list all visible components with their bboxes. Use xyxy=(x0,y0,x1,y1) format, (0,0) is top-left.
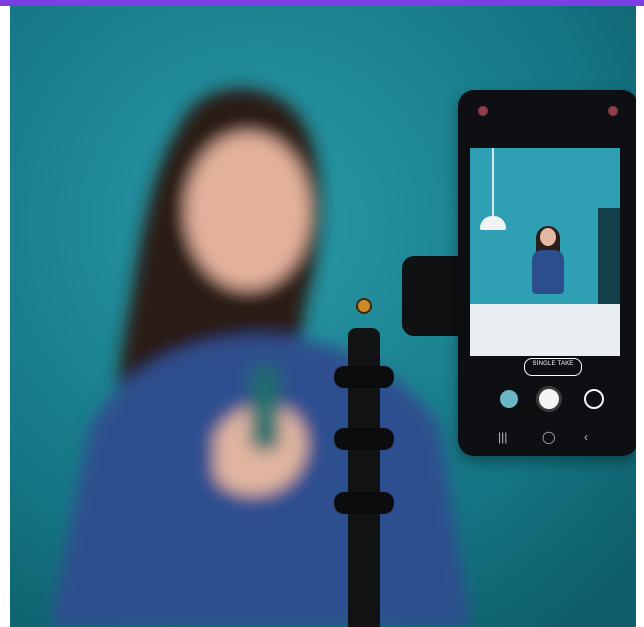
stick-ring xyxy=(334,366,394,388)
mount-bolt xyxy=(356,298,372,314)
shelf xyxy=(598,208,620,318)
preview-person xyxy=(530,226,566,300)
nav-home-icon: ◯ xyxy=(542,430,556,444)
photo-scene: SINGLE TAKE ||| ◯ ‹ xyxy=(10,6,636,627)
camera-dot-icon xyxy=(608,106,618,116)
mode-pill: SINGLE TAKE xyxy=(524,358,582,376)
selfie-stick xyxy=(328,288,400,627)
preview-body xyxy=(532,250,564,294)
gallery-thumbnail xyxy=(500,390,518,408)
stick-ring xyxy=(334,492,394,514)
image-frame: SINGLE TAKE ||| ◯ ‹ xyxy=(0,0,644,627)
phone-nav: ||| ◯ ‹ xyxy=(458,428,636,444)
shutter-button xyxy=(536,386,562,412)
nav-recent-icon: ‹ xyxy=(584,430,588,444)
smartphone: SINGLE TAKE ||| ◯ ‹ xyxy=(458,90,636,456)
preview-face xyxy=(540,228,556,246)
nav-back-icon: ||| xyxy=(498,430,508,444)
stick-ring xyxy=(334,428,394,450)
camera-controls xyxy=(458,382,636,420)
mode-label: SINGLE TAKE xyxy=(532,361,574,367)
lamp-cord xyxy=(492,148,494,218)
switch-camera-icon xyxy=(584,389,604,409)
camera-dot-icon xyxy=(478,106,488,116)
preview-floor xyxy=(470,304,620,356)
camera-preview xyxy=(470,148,620,356)
lamp xyxy=(480,216,506,230)
